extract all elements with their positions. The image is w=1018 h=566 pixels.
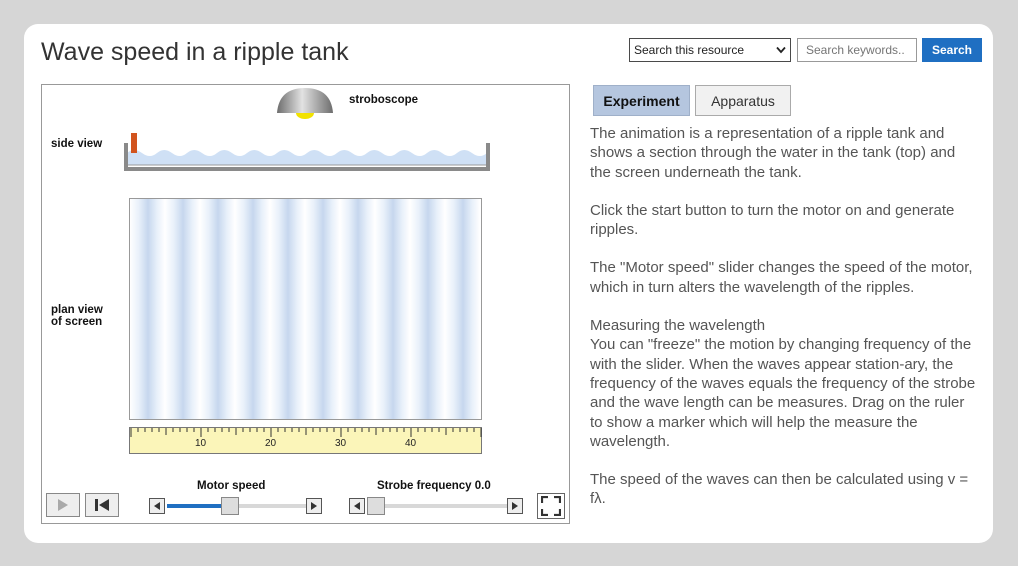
measuring-ruler[interactable]: 10 20 30 40 (129, 427, 482, 454)
strobe-frequency-increase-button[interactable] (507, 498, 523, 514)
fullscreen-icon (541, 496, 561, 516)
wave-motor-paddle (131, 133, 137, 153)
plan-view-label-line-1: plan view (51, 304, 103, 316)
paragraph-motor-speed: The "Motor speed" slider changes the spe… (590, 259, 973, 296)
arrow-right-icon (311, 502, 317, 510)
strobe-frequency-decrease-button[interactable] (349, 498, 365, 514)
chevron-down-icon (776, 43, 786, 57)
motor-speed-increase-button[interactable] (306, 498, 322, 514)
motor-speed-decrease-button[interactable] (149, 498, 165, 514)
tab-experiment[interactable]: Experiment (593, 85, 690, 116)
ruler-label-40: 40 (405, 438, 417, 449)
arrow-left-icon (354, 502, 360, 510)
plan-view-screen (129, 198, 482, 420)
tank-side-view (124, 133, 490, 171)
reset-button[interactable] (85, 493, 119, 517)
search-scope-label: Search this resource (634, 43, 745, 57)
paragraph-intro: The animation is a representation of a r… (590, 125, 956, 181)
stroboscope-icon (277, 88, 333, 119)
ruler-label-20: 20 (265, 438, 277, 449)
tab-apparatus[interactable]: Apparatus (695, 85, 791, 116)
play-button[interactable] (46, 493, 80, 517)
plan-view-label-line-2: of screen (51, 316, 103, 328)
paragraph-start: Click the start button to turn the motor… (590, 201, 955, 239)
strobe-frequency-track[interactable] (367, 504, 507, 508)
ripple-tank-simulation: stroboscope side view plan view of scree… (41, 84, 570, 524)
strobe-frequency-label: Strobe frequency 0.0 (377, 480, 491, 492)
page-title: Wave speed in a ripple tank (41, 38, 349, 66)
ruler-label-10: 10 (195, 438, 207, 449)
paragraph-speed: The speed of the waves can then be calcu… (590, 471, 969, 508)
arrow-left-icon (154, 502, 160, 510)
measuring-body: You can "freeze" the motion by changing … (590, 336, 976, 450)
ruler-ticks (130, 428, 482, 437)
search-scope-select[interactable]: Search this resource (629, 38, 791, 62)
play-icon (58, 499, 68, 511)
motor-speed-slider-thumb[interactable] (221, 497, 240, 515)
paragraph-measuring: Measuring the wavelength You can "freeze… (590, 316, 980, 451)
arrow-right-icon (512, 502, 518, 510)
strobe-frequency-slider-thumb[interactable] (367, 497, 385, 515)
main-card: Wave speed in a ripple tank Search this … (24, 24, 993, 543)
side-view-label: side view (51, 138, 103, 150)
skip-to-start-icon (95, 499, 109, 511)
measuring-heading: Measuring the wavelength (590, 317, 766, 335)
motor-speed-fill (167, 504, 224, 508)
search-input[interactable] (797, 38, 917, 62)
fullscreen-button[interactable] (537, 493, 565, 519)
motor-speed-label: Motor speed (197, 480, 266, 492)
ruler-label-30: 30 (335, 438, 347, 449)
plan-view-label: plan view of screen (51, 304, 103, 328)
stroboscope-label: stroboscope (349, 94, 419, 106)
search-button[interactable]: Search (922, 38, 982, 62)
instructions-text: The animation is a representation of a r… (590, 124, 980, 528)
